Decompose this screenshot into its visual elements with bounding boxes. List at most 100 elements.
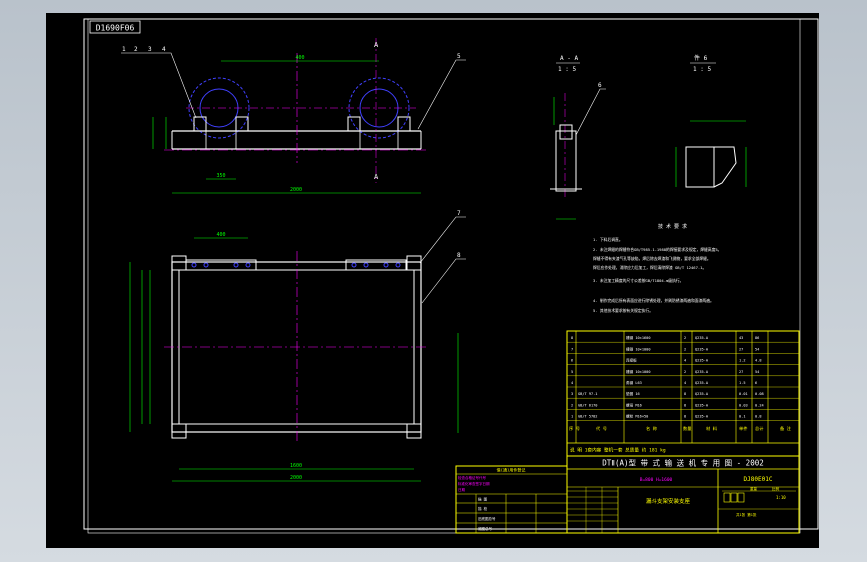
bom-header-cell: 数量: [683, 425, 691, 432]
bom-cell-w1: 27: [739, 347, 743, 351]
bom-cell-name: 螺母 M16: [626, 402, 642, 407]
bom-cell-w2: 86: [755, 336, 759, 340]
detail-scale: 1 : 5: [693, 66, 711, 73]
bom-cell-mat: Q235-A: [695, 336, 709, 340]
plan-dim-inner: 1600: [290, 463, 302, 469]
revision-row-1-label: 描 图: [478, 497, 488, 502]
front-view: 400 2000 350 A A 1 2 3 4 5: [121, 38, 466, 194]
revision-row-4-label: 底图总号: [478, 526, 492, 531]
bolt-hole-7: [383, 262, 389, 268]
title-block: DTⅡ(A)型 带 式 输 送 机 专 用 图 - 2002 B=800 H=1…: [566, 455, 800, 534]
bom-cell-mat: Q235-A: [695, 381, 709, 385]
bom-cell-qty: 2: [684, 370, 686, 374]
bom-cell-mat: Q235-A: [695, 415, 709, 419]
bom-cell-w1: 1.2: [739, 359, 746, 363]
dim-sub: 350: [216, 173, 225, 179]
leader-1-4: [121, 52, 197, 119]
bom-header-cell: 单件: [739, 425, 747, 432]
bom-cell-mat: Q235-A: [695, 403, 709, 407]
section-aa-scale: 1 : 5: [558, 66, 576, 73]
plan-dim-top: 400: [216, 232, 225, 238]
callout-1: 1: [122, 46, 126, 53]
title-stage-box-2: [730, 492, 738, 503]
section-aa-bracket: [559, 124, 573, 140]
note-line-2: 2. 未注焊缝的焊缝符合GB/T985.1-1988的焊接要求及规定，焊缝高度5…: [593, 247, 721, 252]
bolt-hole-1: [191, 262, 197, 268]
title-drawing-no: DJ80E01C: [744, 476, 773, 483]
bom-cell-no: 7: [571, 347, 573, 351]
bolt-hole-4: [245, 262, 251, 268]
bom-cell-no: 6: [571, 359, 573, 363]
bom-header-cell: 备 注: [780, 425, 792, 432]
bom-cell-w2: 0.08: [755, 392, 764, 396]
title-stage-box-3: [737, 492, 745, 503]
bom-cell-w1: 27: [739, 370, 743, 374]
bom-cell-name: 角钢 L63: [626, 380, 642, 385]
title-scale: 1:10: [776, 495, 786, 500]
bom-cell-w2: 0.8: [755, 415, 762, 419]
revision-title: 借(通)用件登记: [497, 467, 526, 473]
bom-cell-qty: 8: [684, 403, 686, 407]
bracket-2: [235, 116, 249, 132]
title-spec: B=800 H=1600: [640, 477, 673, 483]
bom-cell-name: 螺栓 M16×50: [626, 414, 648, 419]
bom-cell-qty: 2: [684, 347, 686, 351]
bom-cell-qty: 2: [684, 336, 686, 340]
bom-cell-w2: 0.24: [755, 403, 764, 407]
bom-cell-mat: Q235-A: [695, 359, 709, 363]
bom-cell-w2: 54: [755, 370, 759, 374]
bolt-hole-6: [363, 262, 369, 268]
bom-cell-qty: 4: [684, 381, 686, 385]
dim-top: 400: [295, 55, 304, 61]
stamp-code: D1690F06: [96, 24, 135, 33]
revision-row-3-label: 旧底图总号: [478, 516, 496, 521]
bom-cell-w2: 4.8: [755, 359, 762, 363]
bom-cell-name: 连接板: [626, 358, 637, 363]
cut-marker-bottom: A: [374, 173, 379, 181]
revision-block: 借(通)用件登记 检查合格证号代号 标准化审查签字日期 日期 描 图 描 校 旧…: [455, 465, 568, 534]
bom-frame: [566, 330, 800, 457]
bom-cell-mat: Q235-A: [695, 370, 709, 374]
title-sheet: 共1张 第1张: [736, 512, 757, 517]
bom-cell-no: 3: [571, 392, 573, 396]
bom-cell-name: 垫圈 16: [626, 391, 640, 396]
bom-cell-w1: 43: [739, 336, 743, 340]
leader-8: [421, 258, 466, 304]
bom-cell-mat: Q235-A: [695, 347, 709, 351]
sheet-outer-frame: [83, 18, 819, 530]
bom-cell-w1: 0.01: [739, 392, 748, 396]
callout-7: 7: [457, 210, 461, 217]
note-line-5: 3. 未注加工精度的尺寸公差按GB/T1804-m级执行。: [593, 278, 683, 283]
leader-5: [417, 59, 466, 130]
section-aa-label: A - A: [560, 55, 578, 62]
note-line-4: 焊后应作处理，消除应力后加工，焊后清除焊渣 GB/T 12467.1。: [593, 265, 706, 270]
bom-header-cell: 材 料: [706, 425, 718, 432]
callout-4: 4: [162, 46, 166, 53]
drawing-canvas[interactable]: D1690F06 400 2000 350 A A 1 2 3 4 5 A - …: [46, 13, 819, 548]
bom-cell-name: 槽钢 10×1000: [626, 369, 651, 374]
bom-header-cell: 代 号: [596, 425, 607, 432]
detail-6: 件 6 1 : 5: [675, 54, 747, 188]
detail-label: 件 6: [694, 54, 708, 62]
bom-cell-w1: 0.1: [739, 415, 746, 419]
section-aa-channel: [555, 130, 577, 192]
bom-cell-no: 2: [571, 403, 573, 407]
title-weight-label: 重量: [750, 486, 758, 491]
cut-marker-top: A: [374, 41, 379, 49]
leader-6: [575, 88, 606, 136]
bom-cell-code: GB/T 5782: [578, 415, 597, 419]
revision-line-3: 日期: [458, 487, 466, 492]
revision-row-2-label: 描 校: [478, 506, 488, 511]
corner-plate-tr: [406, 255, 422, 271]
note-line-3: 焊缝不得有夹渣气孔等缺陷，焊后除去焊渣和飞溅物，要求全部焊缝。: [593, 256, 711, 261]
callout-5: 5: [457, 53, 461, 60]
notes-title: 技 术 要 求: [658, 223, 687, 230]
bom-cell-name: 槽钢 10×1000: [626, 346, 651, 351]
title-scale-label: 比例: [772, 486, 780, 491]
bom-cell-name: 槽钢 10×1600: [626, 335, 651, 340]
bolt-hole-8: [395, 262, 401, 268]
bolt-hole-5: [351, 262, 357, 268]
bom-cell-w2: 54: [755, 347, 759, 351]
corner-plate-tl: [171, 255, 187, 271]
bom-summary: 说 明 1套内容 整机一套 总质量 约 181 kg: [570, 447, 666, 454]
